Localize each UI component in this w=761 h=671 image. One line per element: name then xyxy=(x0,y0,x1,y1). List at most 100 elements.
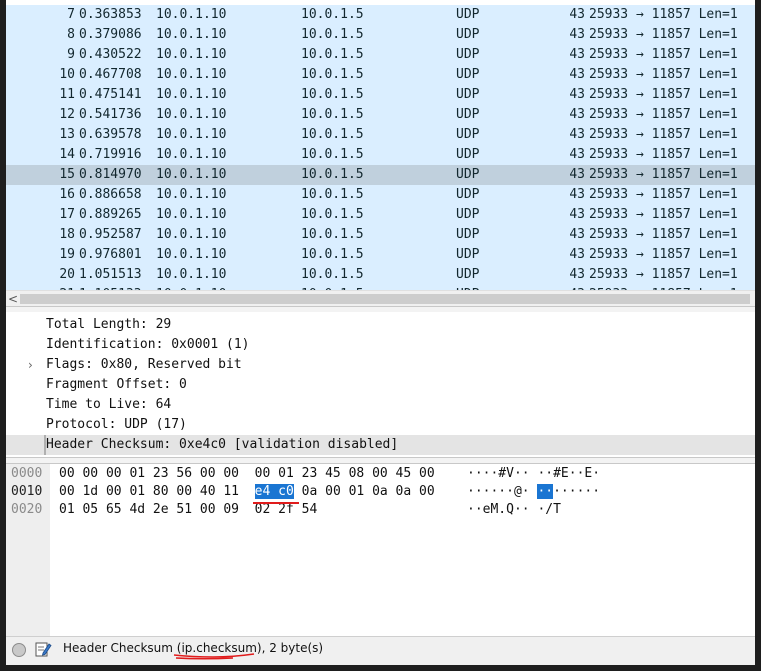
detail-field-text: Total Length: 29 xyxy=(46,317,172,332)
packet-no: 9 xyxy=(67,47,75,62)
packet-row[interactable]: 13 0.639578 10.0.1.10 10.0.1.5 UDP 43 25933 → … xyxy=(6,125,755,145)
packet-time: 1.051513 xyxy=(79,267,142,282)
packet-source: 10.0.1.10 xyxy=(156,87,227,102)
ascii-bytes-pre: ······@· xyxy=(467,484,538,499)
scroll-left-icon[interactable]: < xyxy=(8,291,18,307)
packet-destination: 10.0.1.5 xyxy=(301,187,364,202)
packet-protocol: UDP xyxy=(456,187,480,202)
packet-row[interactable]: 20 1.051513 10.0.1.10 10.0.1.5 UDP 43 25933 → … xyxy=(6,265,755,285)
packet-protocol: UDP xyxy=(456,27,480,42)
ascii-bytes[interactable]: ··eM.Q·· ·/T xyxy=(467,501,561,519)
detail-field[interactable]: Total Length: 29 xyxy=(6,315,755,335)
packet-source: 10.0.1.10 xyxy=(156,107,227,122)
packet-row[interactable]: 18 0.952587 10.0.1.10 10.0.1.5 UDP 43 25933 → … xyxy=(6,225,755,245)
packet-info: 25933 → 11857 Len=1 xyxy=(589,107,738,122)
packet-source: 10.0.1.10 xyxy=(156,127,227,142)
pane-splitter-bottom[interactable] xyxy=(6,457,755,464)
packet-length: 43 xyxy=(569,227,585,242)
ascii-bytes[interactable]: ······@· ········ xyxy=(467,483,600,501)
hex-bytes[interactable]: 00 00 00 01 23 56 00 00 00 01 23 45 08 0… xyxy=(59,465,435,483)
expert-info-led-icon[interactable] xyxy=(12,643,26,657)
packet-list[interactable]: 7 0.363853 10.0.1.10 10.0.1.5 UDP 43 25933 → 1… xyxy=(6,0,755,290)
packet-destination: 10.0.1.5 xyxy=(301,247,364,262)
packet-info: 25933 → 11857 Len=1 xyxy=(589,247,738,262)
packet-no: 19 xyxy=(59,247,75,262)
detail-field[interactable]: Protocol: UDP (17) xyxy=(6,415,755,435)
packet-no: 7 xyxy=(67,7,75,22)
packet-length: 43 xyxy=(569,167,585,182)
status-bar: Header Checksum (ip.checksum), 2 byte(s) xyxy=(6,636,755,665)
packet-length: 43 xyxy=(569,207,585,222)
packet-row[interactable]: 17 0.889265 10.0.1.10 10.0.1.5 UDP 43 25933 → … xyxy=(6,205,755,225)
packet-row[interactable]: 7 0.363853 10.0.1.10 10.0.1.5 UDP 43 25933 → 1… xyxy=(6,5,755,25)
packet-info: 25933 → 11857 Len=1 xyxy=(589,67,738,82)
hex-row: 0020 01 05 65 4d 2e 51 00 09 02 2f 54 ··eM… xyxy=(6,501,755,519)
packet-destination: 10.0.1.5 xyxy=(301,207,364,222)
hex-bytes-selected[interactable]: e4 c0 xyxy=(254,484,294,499)
packet-no: 15 xyxy=(59,167,75,182)
packet-row[interactable]: 19 0.976801 10.0.1.10 10.0.1.5 UDP 43 25933 → … xyxy=(6,245,755,265)
detail-field[interactable]: Identification: 0x0001 (1) xyxy=(6,335,755,355)
expand-chevron-icon[interactable]: › xyxy=(28,355,33,375)
packet-time: 0.719916 xyxy=(79,147,142,162)
packet-info: 25933 → 11857 Len=1 xyxy=(589,187,738,202)
ascii-bytes-selected[interactable]: ·· xyxy=(537,484,554,499)
packet-row[interactable]: 10 0.467708 10.0.1.10 10.0.1.5 UDP 43 25933 → … xyxy=(6,65,755,85)
packet-destination: 10.0.1.5 xyxy=(301,67,364,82)
packet-protocol: UDP xyxy=(456,67,480,82)
hex-bytes[interactable]: 00 1d 00 01 80 00 40 11 e4 c0 0a 00 01 0… xyxy=(59,483,435,501)
hex-bytes-post: 0a 00 01 0a 0a 00 xyxy=(293,484,435,499)
packet-bytes-pane[interactable]: 0000 00 00 00 01 23 56 00 00 00 01 23 45 … xyxy=(6,464,755,636)
packet-row[interactable]: 11 0.475141 10.0.1.10 10.0.1.5 UDP 43 25933 → … xyxy=(6,85,755,105)
packet-no: 14 xyxy=(59,147,75,162)
capture-comment-icon[interactable] xyxy=(34,640,52,658)
packet-no: 20 xyxy=(59,267,75,282)
hex-bytes-pre: 01 05 65 4d 2e 51 00 09 02 2f 54 xyxy=(59,502,318,517)
annotation-squiggle xyxy=(173,653,255,660)
packet-info: 25933 → 11857 Len=1 xyxy=(589,7,738,22)
packet-length: 43 xyxy=(569,247,585,262)
packet-info: 25933 → 11857 Len=1 xyxy=(589,47,738,62)
packet-time: 0.379086 xyxy=(79,27,142,42)
hex-bytes-pre: 00 00 00 01 23 56 00 00 00 01 23 45 08 0… xyxy=(59,466,435,481)
packet-time: 0.952587 xyxy=(79,227,142,242)
packet-length: 43 xyxy=(569,187,585,202)
packet-destination: 10.0.1.5 xyxy=(301,127,364,142)
detail-field-text: Fragment Offset: 0 xyxy=(46,377,187,392)
detail-field[interactable]: Fragment Offset: 0 xyxy=(6,375,755,395)
detail-field[interactable]: Time to Live: 64 xyxy=(6,395,755,415)
packet-row[interactable]: 16 0.886658 10.0.1.10 10.0.1.5 UDP 43 25933 → … xyxy=(6,185,755,205)
packet-info: 25933 → 11857 Len=1 xyxy=(589,207,738,222)
packet-no: 11 xyxy=(59,87,75,102)
packet-info: 25933 → 11857 Len=1 xyxy=(589,27,738,42)
packet-info: 25933 → 11857 Len=1 xyxy=(589,127,738,142)
packet-info: 25933 → 11857 Len=1 xyxy=(589,227,738,242)
packet-length: 43 xyxy=(569,47,585,62)
packet-protocol: UDP xyxy=(456,267,480,282)
packet-row[interactable]: 8 0.379086 10.0.1.10 10.0.1.5 UDP 43 25933 → 1… xyxy=(6,25,755,45)
packet-protocol: UDP xyxy=(456,87,480,102)
hscroll-thumb[interactable] xyxy=(20,294,750,304)
detail-field[interactable]: › Flags: 0x80, Reserved bit xyxy=(6,355,755,375)
hex-row: 0000 00 00 00 01 23 56 00 00 00 01 23 45 … xyxy=(6,465,755,483)
packet-details-tree[interactable]: Total Length: 29 Identification: 0x0001 (… xyxy=(6,312,755,457)
packet-time: 0.814970 xyxy=(79,167,142,182)
packet-source: 10.0.1.10 xyxy=(156,67,227,82)
packet-row[interactable]: 15 0.814970 10.0.1.10 10.0.1.5 UDP 43 25933 → … xyxy=(6,165,755,185)
detail-field[interactable]: Header Checksum: 0xe4c0 [validation disa… xyxy=(6,435,755,455)
packet-time: 0.541736 xyxy=(79,107,142,122)
annotation-underline xyxy=(253,502,299,504)
packet-destination: 10.0.1.5 xyxy=(301,27,364,42)
packet-time: 0.976801 xyxy=(79,247,142,262)
packet-length: 43 xyxy=(569,107,585,122)
packet-source: 10.0.1.10 xyxy=(156,227,227,242)
packet-list-hscrollbar[interactable]: < xyxy=(6,290,755,307)
packet-row[interactable]: 12 0.541736 10.0.1.10 10.0.1.5 UDP 43 25933 → … xyxy=(6,105,755,125)
packet-source: 10.0.1.10 xyxy=(156,147,227,162)
packet-length: 43 xyxy=(569,7,585,22)
ascii-bytes[interactable]: ····#V·· ··#E··E· xyxy=(467,465,600,483)
packet-row[interactable]: 9 0.430522 10.0.1.10 10.0.1.5 UDP 43 25933 → 1… xyxy=(6,45,755,65)
packet-row[interactable]: 14 0.719916 10.0.1.10 10.0.1.5 UDP 43 25933 → … xyxy=(6,145,755,165)
detail-field-text: Time to Live: 64 xyxy=(46,397,172,412)
packet-protocol: UDP xyxy=(456,127,480,142)
